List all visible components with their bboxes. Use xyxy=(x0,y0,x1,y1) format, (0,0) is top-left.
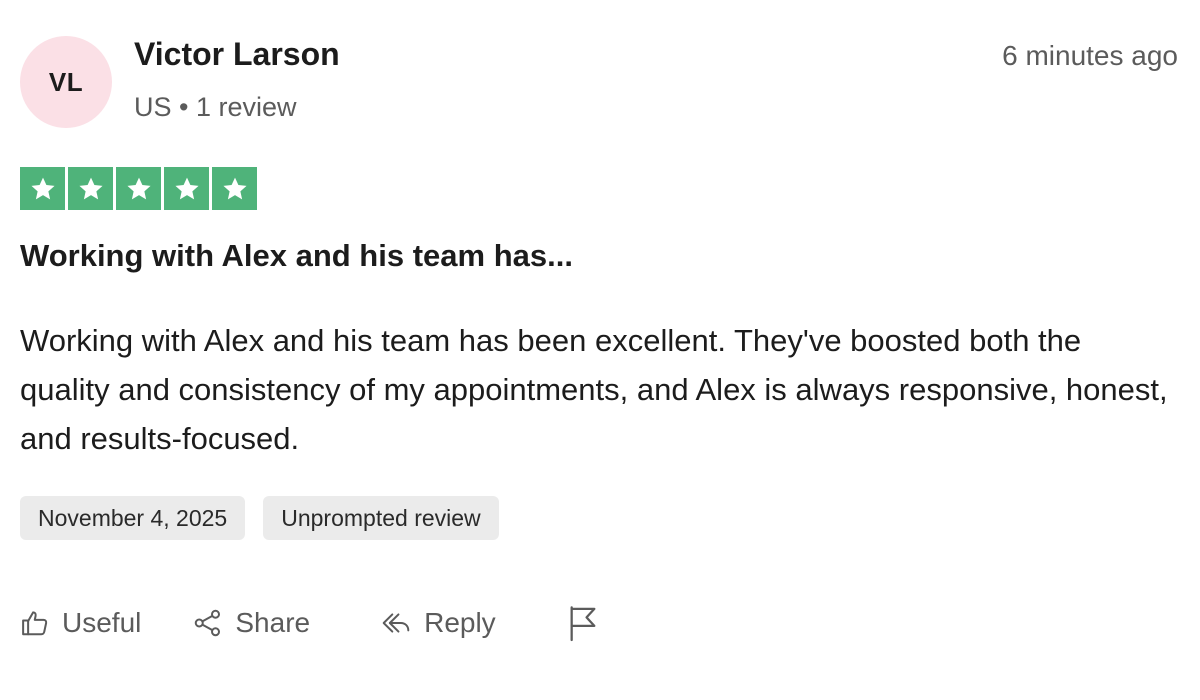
useful-label: Useful xyxy=(62,607,142,638)
review-type-tag: Unprompted review xyxy=(263,496,499,540)
reply-label: Reply xyxy=(424,607,496,638)
avatar: VL xyxy=(20,36,112,128)
star-icon xyxy=(126,177,151,199)
useful-button[interactable]: Useful xyxy=(20,607,141,639)
review-card: VL Victor Larson US • 1 review 6 minutes… xyxy=(0,0,1200,700)
review-tags: November 4, 2025 Unprompted review xyxy=(20,496,499,540)
date-tag: November 4, 2025 xyxy=(20,496,246,540)
star-3 xyxy=(116,167,161,210)
star-icon xyxy=(222,177,247,199)
reply-button[interactable]: Reply xyxy=(380,607,496,639)
review-timestamp: 6 minutes ago xyxy=(1002,40,1178,71)
avatar-initials: VL xyxy=(48,66,84,97)
star-2 xyxy=(68,167,113,210)
share-label: Share xyxy=(235,607,311,638)
star-icon xyxy=(78,177,103,199)
thumbs-up-icon xyxy=(20,608,50,638)
reviewer-meta: US • 1 review xyxy=(134,92,297,122)
star-1 xyxy=(20,167,65,210)
reply-icon xyxy=(380,608,412,638)
review-body: Working with Alex and his team has been … xyxy=(20,323,1168,456)
star-icon xyxy=(30,177,55,199)
star-rating xyxy=(20,167,257,210)
share-icon xyxy=(193,608,223,638)
star-5 xyxy=(212,167,257,210)
reviewer-name[interactable]: Victor Larson xyxy=(134,36,340,73)
review-title[interactable]: Working with Alex and his team has... xyxy=(20,238,573,274)
star-4 xyxy=(164,167,209,210)
star-icon xyxy=(174,177,199,199)
report-button[interactable] xyxy=(566,604,600,642)
flag-icon xyxy=(566,604,600,642)
share-button[interactable]: Share xyxy=(193,607,310,639)
review-actions: Useful Share Reply xyxy=(20,604,600,642)
